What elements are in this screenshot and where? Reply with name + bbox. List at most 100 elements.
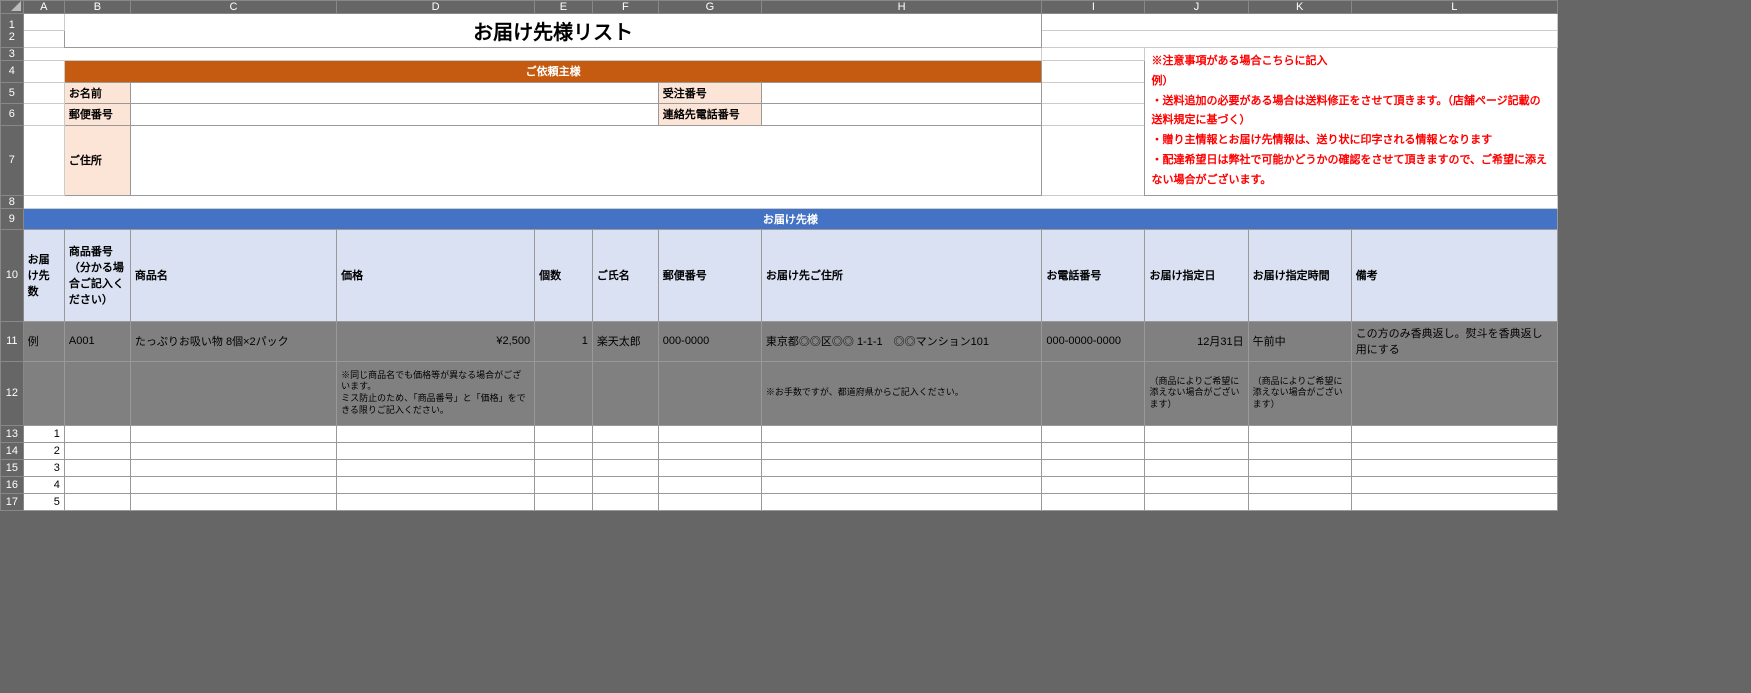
cell[interactable] <box>535 442 593 459</box>
cell[interactable] <box>1351 459 1557 476</box>
rownum-2[interactable]: 2 <box>23 442 64 459</box>
row-header-12[interactable]: 12 <box>1 361 24 425</box>
cell[interactable] <box>1042 476 1145 493</box>
cell[interactable] <box>1145 442 1248 459</box>
notice-box[interactable]: ※注意事項がある場合こちらに記入 例） ・送料追加の必要がある場合は送料修正をさ… <box>1145 48 1558 196</box>
col-header-B[interactable]: B <box>64 1 130 14</box>
cell-I4[interactable] <box>1042 61 1145 82</box>
cell[interactable] <box>1248 442 1351 459</box>
table-row[interactable]: 14 2 <box>1 442 1558 459</box>
cell-I5[interactable] <box>1042 82 1145 103</box>
table-row[interactable]: 17 5 <box>1 493 1558 510</box>
cell[interactable] <box>658 476 761 493</box>
cell[interactable] <box>535 459 593 476</box>
requester-header[interactable]: ご依頼主様 <box>64 61 1041 82</box>
row-header-3[interactable]: 3 <box>1 48 24 61</box>
col-header-K[interactable]: K <box>1248 1 1351 14</box>
col-header-G[interactable]: G <box>658 1 761 14</box>
cell-A2[interactable] <box>23 31 64 48</box>
cell-I2[interactable] <box>1042 31 1558 48</box>
row-header-5[interactable]: 5 <box>1 82 24 103</box>
cell[interactable] <box>337 459 535 476</box>
cell[interactable] <box>1248 476 1351 493</box>
cell[interactable] <box>1145 493 1248 510</box>
cell[interactable] <box>130 425 336 442</box>
cell[interactable] <box>1351 493 1557 510</box>
cell[interactable] <box>1248 493 1351 510</box>
cell-I6[interactable] <box>1042 104 1145 125</box>
cell[interactable] <box>592 442 658 459</box>
cell[interactable] <box>1042 425 1145 442</box>
cell[interactable] <box>535 425 593 442</box>
zip-input[interactable] <box>130 104 658 125</box>
cell[interactable] <box>1145 459 1248 476</box>
cell[interactable] <box>337 442 535 459</box>
col-header-C[interactable]: C <box>130 1 336 14</box>
cell-A7[interactable] <box>23 125 64 195</box>
cell[interactable] <box>130 476 336 493</box>
cell-I1[interactable] <box>1042 14 1558 31</box>
cell[interactable] <box>64 493 130 510</box>
cell[interactable] <box>64 442 130 459</box>
rownum-5[interactable]: 5 <box>23 493 64 510</box>
row-header-8[interactable]: 8 <box>1 195 24 208</box>
cell[interactable] <box>761 459 1041 476</box>
cell[interactable] <box>658 493 761 510</box>
spreadsheet-grid[interactable]: A B C D E F G H I J K L 12 お届け先様リスト 3 ※注… <box>0 0 1558 511</box>
rownum-1[interactable]: 1 <box>23 425 64 442</box>
cell[interactable] <box>761 442 1041 459</box>
cell[interactable] <box>1145 425 1248 442</box>
cell[interactable] <box>1248 425 1351 442</box>
row-header-11[interactable]: 11 <box>1 321 24 361</box>
col-header-F[interactable]: F <box>592 1 658 14</box>
cell[interactable] <box>64 476 130 493</box>
cell-A3[interactable] <box>23 48 1042 61</box>
cell[interactable] <box>1351 442 1557 459</box>
cell[interactable] <box>658 459 761 476</box>
phone-input[interactable] <box>761 104 1041 125</box>
cell[interactable] <box>64 459 130 476</box>
cell[interactable] <box>1351 425 1557 442</box>
recipient-header[interactable]: お届け先様 <box>23 208 1557 229</box>
col-header-L[interactable]: L <box>1351 1 1557 14</box>
row-header-9[interactable]: 9 <box>1 208 24 229</box>
col-header-D[interactable]: D <box>337 1 535 14</box>
name-input[interactable] <box>130 82 658 103</box>
table-row[interactable]: 16 4 <box>1 476 1558 493</box>
cell[interactable] <box>658 442 761 459</box>
cell[interactable] <box>761 493 1041 510</box>
col-header-I[interactable]: I <box>1042 1 1145 14</box>
row-header-13[interactable]: 13 <box>1 425 24 442</box>
title[interactable]: お届け先様リスト <box>64 14 1041 48</box>
cell[interactable] <box>1145 476 1248 493</box>
cell-A6[interactable] <box>23 104 64 125</box>
row-header-1-2[interactable]: 12 <box>1 14 24 48</box>
table-row[interactable]: 15 3 <box>1 459 1558 476</box>
cell-A8[interactable] <box>23 195 1557 208</box>
row-header-4[interactable]: 4 <box>1 61 24 82</box>
cell-I3[interactable] <box>1042 48 1145 61</box>
row-header-6[interactable]: 6 <box>1 104 24 125</box>
cell[interactable] <box>130 459 336 476</box>
cell[interactable] <box>130 442 336 459</box>
cell[interactable] <box>130 493 336 510</box>
cell-A5[interactable] <box>23 82 64 103</box>
row-header-7[interactable]: 7 <box>1 125 24 195</box>
order-input[interactable] <box>761 82 1041 103</box>
addr-input[interactable] <box>130 125 1041 195</box>
cell-A4[interactable] <box>23 61 64 82</box>
cell[interactable] <box>592 476 658 493</box>
col-header-H[interactable]: H <box>761 1 1041 14</box>
row-header-17[interactable]: 17 <box>1 493 24 510</box>
rownum-3[interactable]: 3 <box>23 459 64 476</box>
cell[interactable] <box>1042 442 1145 459</box>
cell[interactable] <box>1248 459 1351 476</box>
col-header-J[interactable]: J <box>1145 1 1248 14</box>
cell[interactable] <box>592 425 658 442</box>
cell[interactable] <box>1042 493 1145 510</box>
row-header-14[interactable]: 14 <box>1 442 24 459</box>
cell[interactable] <box>64 425 130 442</box>
cell[interactable] <box>592 459 658 476</box>
cell[interactable] <box>761 476 1041 493</box>
cell-A1[interactable] <box>23 14 64 31</box>
